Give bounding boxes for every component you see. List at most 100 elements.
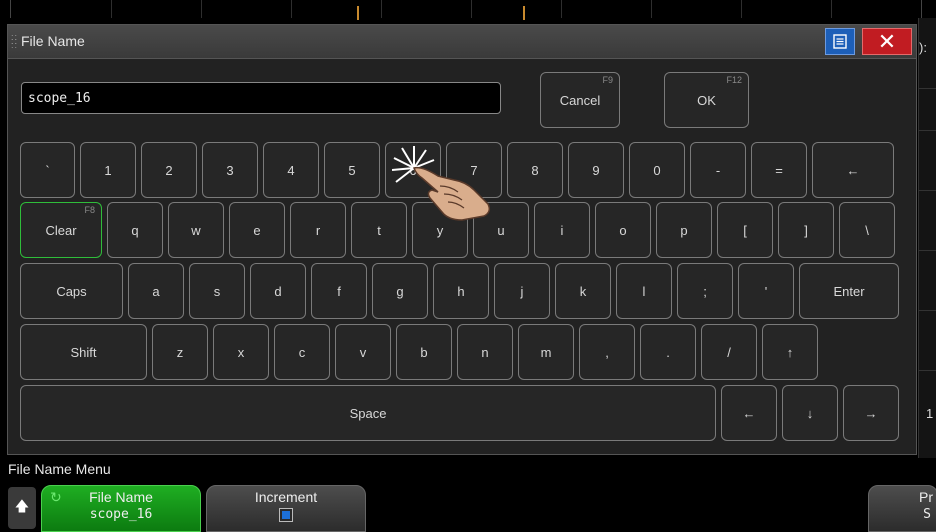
key-right-arrow[interactable]: → <box>843 385 899 441</box>
key-b[interactable]: b <box>396 324 452 380</box>
key-shift[interactable]: Shift <box>20 324 147 380</box>
softkey-title: File Name <box>89 489 153 505</box>
key-enter[interactable]: Enter <box>799 263 899 319</box>
key-down-arrow[interactable]: ↓ <box>782 385 838 441</box>
key-backtick[interactable]: ` <box>20 142 75 198</box>
close-icon: ✕ <box>877 29 897 54</box>
key-label: j <box>520 283 524 299</box>
key-backslash[interactable]: \ <box>839 202 895 258</box>
key-label: ` <box>45 162 50 178</box>
key-q[interactable]: q <box>107 202 163 258</box>
key-label: r <box>315 222 321 238</box>
key-label: o <box>619 222 627 238</box>
key-c[interactable]: c <box>274 324 330 380</box>
key-h[interactable]: h <box>433 263 489 319</box>
side-panel-text: 1 <box>926 406 934 421</box>
scope-graticule <box>10 0 922 20</box>
key-label: m <box>540 344 552 360</box>
key-label: 0 <box>653 162 661 178</box>
key-y[interactable]: y <box>412 202 468 258</box>
softkey-increment[interactable]: Increment <box>206 485 366 532</box>
key-label: y <box>436 222 444 238</box>
key-r[interactable]: r <box>290 202 346 258</box>
softkey-title: Increment <box>254 489 318 505</box>
key-comma[interactable]: , <box>579 324 635 380</box>
key-p[interactable]: p <box>656 202 712 258</box>
key-label: Shift <box>70 344 97 360</box>
key-0[interactable]: 0 <box>629 142 685 198</box>
key-close-bracket[interactable]: ] <box>778 202 834 258</box>
key-x[interactable]: x <box>213 324 269 380</box>
key-left-arrow[interactable]: ← <box>812 142 894 198</box>
key-o[interactable]: o <box>595 202 651 258</box>
key-1[interactable]: 1 <box>80 142 136 198</box>
key-l[interactable]: l <box>616 263 672 319</box>
key-minus[interactable]: - <box>690 142 746 198</box>
key-label: Clear <box>45 222 77 238</box>
ok-button[interactable]: OK F12 <box>664 72 749 128</box>
grid-line <box>561 0 562 18</box>
key-label: f <box>337 283 341 299</box>
key-n[interactable]: n <box>457 324 513 380</box>
key-g[interactable]: g <box>372 263 428 319</box>
key-label: = <box>775 162 783 178</box>
key-3[interactable]: 3 <box>202 142 258 198</box>
key-s[interactable]: s <box>189 263 245 319</box>
key-i[interactable]: i <box>534 202 590 258</box>
key-8[interactable]: 8 <box>507 142 563 198</box>
softkey-file-name[interactable]: ↻ File Name scope_16 <box>41 485 201 532</box>
dialog-menu-button[interactable] <box>825 28 855 55</box>
key-space[interactable]: Space <box>20 385 716 441</box>
key-w[interactable]: w <box>168 202 224 258</box>
key-4[interactable]: 4 <box>263 142 319 198</box>
cancel-button[interactable]: Cancel F9 <box>540 72 620 128</box>
key-clear[interactable]: Clear F8 <box>20 202 102 258</box>
key-left-arrow[interactable]: ← <box>721 385 777 441</box>
key-apostrophe[interactable]: ' <box>738 263 794 319</box>
key-e[interactable]: e <box>229 202 285 258</box>
key-5[interactable]: 5 <box>324 142 380 198</box>
key-period[interactable]: . <box>640 324 696 380</box>
key-j[interactable]: j <box>494 263 550 319</box>
key-6[interactable]: 6 <box>385 142 441 198</box>
key-d[interactable]: d <box>250 263 306 319</box>
key-equals[interactable]: = <box>751 142 807 198</box>
dialog-titlebar[interactable]: :::::: File Name ✕ <box>8 25 916 59</box>
key-m[interactable]: m <box>518 324 574 380</box>
key-slash[interactable]: / <box>701 324 757 380</box>
key-u[interactable]: u <box>473 202 529 258</box>
drag-grip-icon[interactable]: :::::: <box>11 33 17 50</box>
key-k[interactable]: k <box>555 263 611 319</box>
clear-shortcut-hint: F8 <box>84 205 95 215</box>
dialog-title: File Name <box>21 33 85 49</box>
increment-checkbox[interactable] <box>279 508 293 522</box>
key-label: v <box>359 344 367 360</box>
key-t[interactable]: t <box>351 202 407 258</box>
key-9[interactable]: 9 <box>568 142 624 198</box>
key-2[interactable]: 2 <box>141 142 197 198</box>
panel-divider <box>919 130 936 131</box>
key-semicolon[interactable]: ; <box>677 263 733 319</box>
key-label: s <box>213 283 221 299</box>
key-7[interactable]: 7 <box>446 142 502 198</box>
key-caps[interactable]: Caps <box>20 263 123 319</box>
key-z[interactable]: z <box>152 324 208 380</box>
file-name-input[interactable] <box>21 82 501 114</box>
key-f[interactable]: f <box>311 263 367 319</box>
key-label: ] <box>804 222 808 238</box>
cancel-shortcut-hint: F9 <box>602 75 613 85</box>
close-button[interactable]: ✕ <box>862 28 912 55</box>
menu-title: File Name Menu <box>8 461 111 477</box>
softkey-preview[interactable]: Pr S <box>868 485 936 532</box>
panel-divider <box>919 88 936 89</box>
key-open-bracket[interactable]: [ <box>717 202 773 258</box>
key-a[interactable]: a <box>128 263 184 319</box>
key-label: h <box>457 283 465 299</box>
key-label: u <box>497 222 505 238</box>
key-v[interactable]: v <box>335 324 391 380</box>
key-label: [ <box>743 222 747 238</box>
menu-up-button[interactable]: 🡅 <box>8 487 36 529</box>
key-up-arrow[interactable]: ↑ <box>762 324 818 380</box>
key-label: n <box>481 344 489 360</box>
trigger-marker <box>357 6 359 20</box>
